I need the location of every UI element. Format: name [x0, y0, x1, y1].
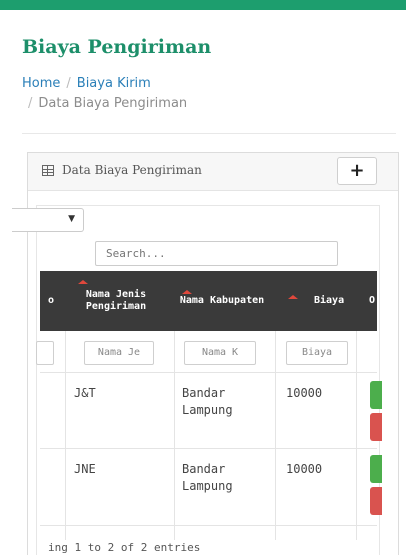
- table-row: JNE Bandar Lampung 10000: [40, 449, 382, 526]
- column-label: Biaya: [314, 295, 345, 306]
- column-header-nama-kabupaten[interactable]: Nama Kabupaten: [178, 271, 266, 331]
- table-row: J&T Bandar Lampung 10000: [40, 373, 382, 449]
- cell-kabupaten: Bandar Lampung: [182, 386, 233, 417]
- plus-icon: +: [349, 160, 365, 181]
- breadcrumb-current: Data Biaya Pengiriman: [38, 96, 188, 111]
- column-label: Nama Kabupaten: [179, 295, 265, 306]
- sort-indicator-icon: [78, 280, 88, 284]
- panel-header: Data Biaya Pengiriman +: [28, 153, 398, 191]
- search-input[interactable]: [95, 241, 338, 266]
- filter-input-cut[interactable]: [36, 341, 54, 365]
- cell-kabupaten: Bandar Lampung: [182, 462, 233, 493]
- column-label: Nama Jenis Pengiriman: [85, 289, 147, 312]
- column-filter-row: Nama Je Nama K Biaya: [36, 331, 377, 373]
- column-header-cut-right[interactable]: O: [369, 271, 377, 331]
- panel-title: Data Biaya Pengiriman: [62, 163, 202, 177]
- cell-jenis: J&T: [74, 386, 96, 400]
- delete-button[interactable]: [370, 413, 382, 441]
- cell-jenis: JNE: [74, 462, 96, 476]
- table-header: o Nama Jenis Pengiriman Nama Kabupaten B…: [40, 271, 377, 331]
- filter-input-nama-kabupaten[interactable]: Nama K: [184, 341, 256, 365]
- page-title: Biaya Pengiriman: [22, 36, 212, 58]
- entries-length-select[interactable]: ▼: [12, 208, 84, 232]
- table-info-text: ing 1 to 2 of 2 entries: [48, 541, 201, 554]
- column-header-nama-jenis-pengiriman[interactable]: Nama Jenis Pengiriman: [70, 271, 162, 331]
- column-header-cut-left[interactable]: o: [40, 271, 62, 331]
- delete-button[interactable]: [370, 487, 382, 515]
- edit-button[interactable]: [370, 381, 382, 409]
- chevron-down-icon: ▼: [68, 214, 75, 224]
- header-divider: [22, 133, 396, 134]
- cell-biaya: 10000: [286, 462, 323, 476]
- table-icon: [42, 165, 54, 176]
- sort-indicator-icon: [182, 290, 192, 294]
- breadcrumb-biaya-kirim-link[interactable]: Biaya Kirim: [77, 76, 151, 91]
- breadcrumb-line-2: / Data Biaya Pengiriman: [22, 94, 187, 114]
- filter-input-nama-jenis[interactable]: Nama Je: [84, 341, 154, 365]
- sort-indicator-icon: [288, 295, 298, 299]
- column-header-biaya[interactable]: Biaya: [284, 271, 364, 331]
- breadcrumb-home-link[interactable]: Home: [22, 76, 60, 91]
- filter-input-biaya[interactable]: Biaya: [286, 341, 348, 365]
- top-accent-bar: [0, 0, 406, 10]
- edit-button[interactable]: [370, 455, 382, 483]
- add-button[interactable]: +: [337, 157, 377, 185]
- breadcrumb-separator: /: [66, 76, 71, 91]
- breadcrumb-separator: /: [28, 96, 33, 111]
- breadcrumb: Home / Biaya Kirim / Data Biaya Pengiriman: [22, 74, 187, 114]
- cell-biaya: 10000: [286, 386, 323, 400]
